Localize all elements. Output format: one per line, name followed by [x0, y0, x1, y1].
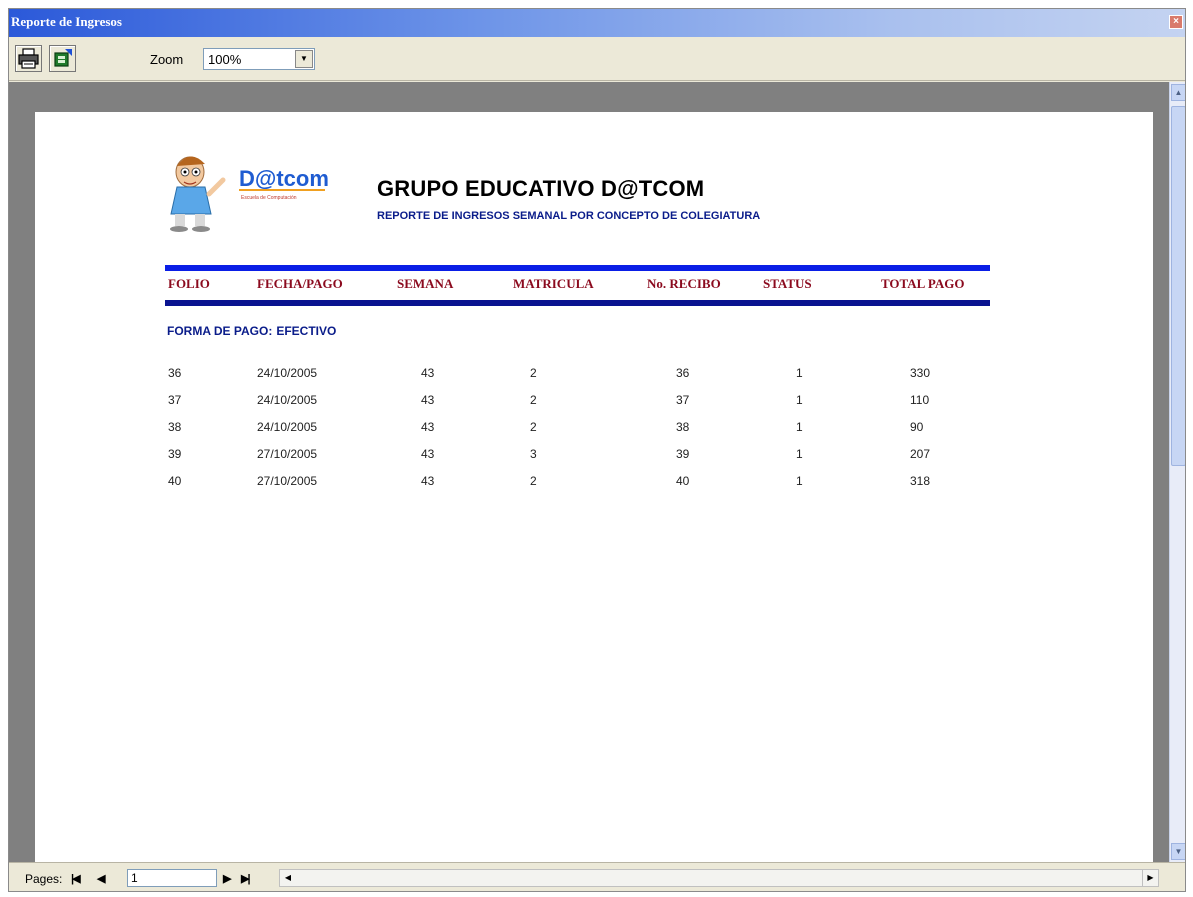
cell-status: 1 [796, 366, 803, 380]
zoom-value: 100% [208, 52, 242, 67]
cell-fecha-pago: 27/10/2005 [257, 447, 318, 461]
cell-total-pago: 207 [910, 447, 931, 461]
cell-no-recibo: 37 [676, 393, 690, 407]
chevron-right-icon: ▶ [1147, 873, 1154, 882]
column-header-total-pago: TOTAL PAGO [881, 276, 965, 291]
pages-label: Pages: [25, 872, 63, 886]
cell-total-pago: 110 [910, 393, 930, 407]
cell-folio: 39 [168, 447, 182, 461]
scroll-thumb[interactable] [1171, 106, 1185, 466]
export-button[interactable] [49, 45, 76, 72]
zoom-dropdown-button[interactable]: ▼ [295, 50, 313, 68]
cell-semana: 43 [421, 420, 435, 434]
table-row: 38 24/10/2005 43 2 38 1 90 [35, 420, 1153, 442]
report-subtitle: REPORTE DE INGRESOS SEMANAL POR CONCEPTO… [377, 210, 761, 222]
page-number-input[interactable]: 1 [127, 869, 217, 887]
column-header-matricula: MATRICULA [513, 276, 594, 291]
cell-no-recibo: 38 [676, 420, 690, 434]
first-page-button[interactable]: |◀ [71, 872, 80, 886]
cell-folio: 38 [168, 420, 182, 434]
report-viewer: D@tcom Escuela de Computación GRUPO EDUC… [9, 82, 1169, 862]
zoom-select[interactable]: 100% ▼ [203, 48, 315, 70]
cell-matricula: 2 [530, 420, 537, 434]
scroll-up-button[interactable]: ▲ [1171, 84, 1185, 101]
next-page-icon: ▶ [223, 873, 232, 885]
cell-total-pago: 90 [910, 420, 924, 434]
payment-method-label: FORMA DE PAGO: EFECTIVO [167, 324, 336, 338]
cell-fecha-pago: 24/10/2005 [257, 393, 318, 407]
chevron-down-icon: ▼ [1174, 847, 1183, 856]
scroll-left-button[interactable]: ◀ [280, 870, 296, 886]
column-header-status: STATUS [763, 276, 812, 291]
table-row: 39 27/10/2005 43 3 39 1 207 [35, 447, 1153, 469]
table-row: 37 24/10/2005 43 2 37 1 110 [35, 393, 1153, 415]
cell-folio: 40 [168, 474, 182, 488]
title-bar: Reporte de Ingresos × [9, 9, 1185, 37]
cell-matricula: 2 [530, 474, 537, 488]
horizontal-scrollbar[interactable]: ◀ ▶ [279, 869, 1159, 887]
export-icon [54, 49, 72, 67]
column-header-semana: SEMANA [397, 276, 454, 291]
cell-semana: 43 [421, 447, 435, 461]
cell-matricula: 2 [530, 366, 537, 380]
cell-semana: 43 [421, 366, 435, 380]
last-page-button[interactable]: ▶| [241, 872, 250, 886]
last-page-icon: ▶| [241, 873, 250, 885]
cell-folio: 36 [168, 366, 182, 380]
scroll-right-button[interactable]: ▶ [1142, 870, 1158, 886]
previous-page-icon: ◀ [97, 873, 106, 885]
header-rule-top [165, 265, 990, 271]
cell-folio: 37 [168, 393, 182, 407]
close-icon: × [1173, 16, 1179, 27]
printer-icon [18, 48, 39, 69]
scroll-down-button[interactable]: ▼ [1171, 843, 1185, 860]
cell-fecha-pago: 24/10/2005 [257, 366, 318, 380]
cell-status: 1 [796, 474, 803, 488]
header-rule-bottom [165, 300, 990, 306]
window-title: Reporte de Ingresos [11, 14, 122, 29]
logo-brand-text: D@tcom [239, 166, 329, 191]
cell-status: 1 [796, 393, 803, 407]
chevron-up-icon: ▲ [1174, 88, 1183, 97]
cell-matricula: 3 [530, 447, 537, 461]
chevron-left-icon: ◀ [284, 873, 292, 882]
toolbar: Zoom 100% ▼ [9, 37, 1185, 81]
column-header-folio: FOLIO [168, 276, 210, 291]
chevron-down-icon: ▼ [300, 54, 308, 63]
cell-matricula: 2 [530, 393, 537, 407]
page-navigation-bar: Pages: |◀ ◀ 1 ▶ ▶| ◀ ▶ [9, 862, 1185, 891]
cell-status: 1 [796, 447, 803, 461]
column-header-no-recibo: No. RECIBO [647, 276, 721, 291]
close-button[interactable]: × [1169, 15, 1183, 29]
column-header-fecha-pago: FECHA/PAGO [257, 276, 343, 291]
cell-total-pago: 318 [910, 474, 931, 488]
cell-no-recibo: 40 [676, 474, 690, 488]
logo-tagline: Escuela de Computación [241, 195, 297, 201]
cell-semana: 43 [421, 393, 435, 407]
cell-semana: 43 [421, 474, 435, 488]
datcom-logo: D@tcom Escuela de Computación [170, 156, 329, 232]
cell-status: 1 [796, 420, 803, 434]
first-page-icon: |◀ [71, 873, 80, 885]
cell-total-pago: 330 [910, 366, 931, 380]
table-row: 36 24/10/2005 43 2 36 1 330 [35, 366, 1153, 388]
cell-no-recibo: 36 [676, 366, 690, 380]
next-page-button[interactable]: ▶ [223, 872, 232, 886]
vertical-scrollbar[interactable]: ▲ ▼ [1169, 82, 1185, 862]
report-window: Reporte de Ingresos × Zoom 100% ▼ D@tcom… [8, 8, 1186, 892]
payment-method-caption: FORMA DE PAGO: [167, 324, 273, 338]
cell-fecha-pago: 24/10/2005 [257, 420, 318, 434]
table-row: 40 27/10/2005 43 2 40 1 318 [35, 474, 1153, 496]
payment-method-value: EFECTIVO [276, 324, 337, 338]
cell-no-recibo: 39 [676, 447, 690, 461]
report-title: GRUPO EDUCATIVO D@TCOM [377, 176, 705, 201]
print-button[interactable] [15, 45, 42, 72]
previous-page-button[interactable]: ◀ [97, 872, 106, 886]
cell-fecha-pago: 27/10/2005 [257, 474, 318, 488]
zoom-label: Zoom [150, 52, 184, 67]
report-page: D@tcom Escuela de Computación GRUPO EDUC… [35, 112, 1153, 862]
